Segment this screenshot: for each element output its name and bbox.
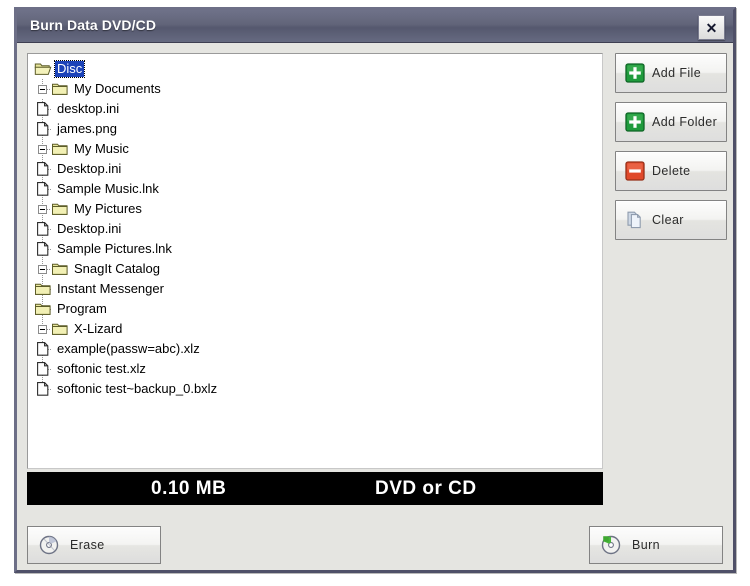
file-icon (34, 241, 52, 257)
tree-node-label: SnagIt Catalog (74, 261, 161, 276)
tree-expander-collapse-icon[interactable] (34, 319, 51, 339)
button-label: Add Folder (652, 115, 718, 129)
delete-button[interactable]: Delete (615, 151, 727, 191)
tree-node-label: Sample Pictures.lnk (57, 241, 172, 256)
file-icon (34, 341, 52, 357)
tree-node[interactable]: softonic test.xlz (34, 359, 602, 379)
red-minus-icon (624, 160, 646, 182)
tree-node-label: desktop.ini (57, 101, 120, 116)
add-folder-button[interactable]: Add Folder (615, 102, 727, 142)
folder-icon (51, 141, 69, 157)
tree-node-label: My Music (74, 141, 129, 156)
folder-icon (34, 281, 52, 297)
button-label: Clear (652, 213, 684, 227)
action-button-group: Add File Add Folder Delete Clear (615, 53, 727, 249)
tree-node-label: example(passw=abc).xlz (57, 341, 200, 356)
file-icon (34, 101, 52, 117)
tree-node-label: My Documents (74, 81, 161, 96)
tree-node[interactable]: Desktop.ini (34, 159, 602, 179)
window-title: Burn Data DVD/CD (30, 17, 157, 33)
close-icon: ✕ (705, 19, 718, 36)
folder-icon (51, 261, 69, 277)
title-bar: Burn Data DVD/CD ✕ (17, 10, 733, 43)
tree-expander-collapse-icon[interactable] (34, 79, 51, 99)
tree-node-label: Disc (53, 60, 86, 78)
tree-node-label: My Pictures (74, 201, 142, 216)
tree-node[interactable]: james.png (34, 119, 602, 139)
dialog-body: Disc My Documents desktop.ini james.png My M… (17, 43, 733, 570)
erase-button[interactable]: Erase (27, 526, 161, 564)
green-plus-icon (624, 111, 646, 133)
close-button[interactable]: ✕ (698, 15, 725, 40)
open-folder-icon (34, 61, 52, 77)
file-tree: Disc My Documents desktop.ini james.png My M… (28, 54, 602, 399)
tree-expander-collapse-icon[interactable] (34, 199, 51, 219)
tree-expander-collapse-icon[interactable] (34, 259, 51, 279)
tree-node-label: softonic test~backup_0.bxlz (57, 381, 218, 396)
tree-node[interactable]: Desktop.ini (34, 219, 602, 239)
tree-node[interactable]: Program (34, 299, 602, 319)
tree-node-label: Desktop.ini (57, 221, 122, 236)
file-icon (34, 381, 52, 397)
file-icon (34, 161, 52, 177)
button-label: Add File (652, 66, 702, 80)
copy-pages-icon (624, 209, 646, 231)
status-bar: 0.10 MB DVD or CD (27, 472, 603, 505)
tree-node[interactable]: example(passw=abc).xlz (34, 339, 602, 359)
add-file-button[interactable]: Add File (615, 53, 727, 93)
tree-node[interactable]: Sample Music.lnk (34, 179, 602, 199)
erase-button-label: Erase (70, 538, 105, 552)
burn-button-label: Burn (632, 538, 661, 552)
tree-node[interactable]: X-Lizard (34, 319, 602, 339)
erase-disc-icon (38, 534, 60, 556)
tree-expander-collapse-icon[interactable] (34, 139, 51, 159)
folder-icon (34, 301, 52, 317)
tree-node-label: Desktop.ini (57, 161, 122, 176)
button-label: Delete (652, 164, 691, 178)
tree-node[interactable]: softonic test~backup_0.bxlz (34, 379, 602, 399)
tree-node-label: X-Lizard (74, 321, 123, 336)
tree-node[interactable]: My Music (34, 139, 602, 159)
tree-node[interactable]: My Documents (34, 79, 602, 99)
green-plus-icon (624, 62, 646, 84)
tree-node[interactable]: Disc (34, 59, 602, 79)
clear-button[interactable]: Clear (615, 200, 727, 240)
burn-dialog-window: Burn Data DVD/CD ✕ Disc My Documents deskt… (14, 7, 736, 573)
tree-node[interactable]: Instant Messenger (34, 279, 602, 299)
tree-node-label: softonic test.xlz (57, 361, 146, 376)
tree-node-label: Program (57, 301, 107, 316)
bottom-button-bar: Erase Burn (17, 521, 733, 570)
burn-disc-icon (600, 534, 622, 556)
folder-icon (51, 201, 69, 217)
burn-button[interactable]: Burn (589, 526, 723, 564)
tree-node-label: Instant Messenger (57, 281, 164, 296)
file-tree-panel[interactable]: Disc My Documents desktop.ini james.png My M… (27, 53, 603, 469)
tree-node[interactable]: desktop.ini (34, 99, 602, 119)
file-icon (34, 121, 52, 137)
tree-node-label: james.png (57, 121, 117, 136)
file-icon (34, 361, 52, 377)
file-icon (34, 221, 52, 237)
tree-node[interactable]: Sample Pictures.lnk (34, 239, 602, 259)
folder-icon (51, 321, 69, 337)
total-size-label: 0.10 MB (151, 477, 227, 499)
folder-icon (51, 81, 69, 97)
tree-node-label: Sample Music.lnk (57, 181, 159, 196)
tree-node[interactable]: My Pictures (34, 199, 602, 219)
file-icon (34, 181, 52, 197)
media-type-label: DVD or CD (375, 477, 477, 499)
tree-node[interactable]: SnagIt Catalog (34, 259, 602, 279)
